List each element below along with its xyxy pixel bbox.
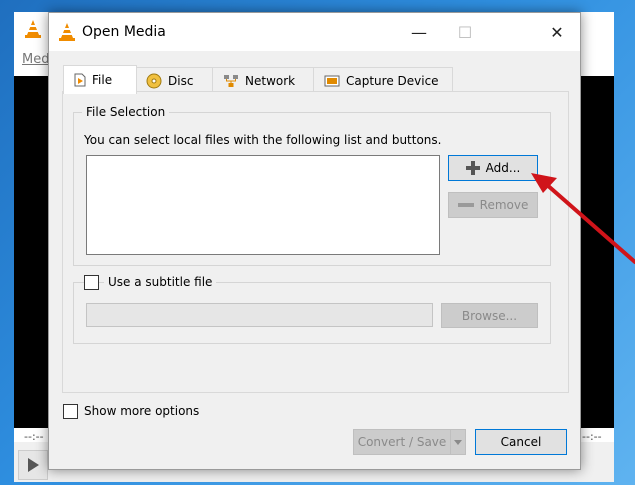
file-selection-group: File Selection You can select local file…: [73, 105, 551, 266]
tab-capture-device-label: Capture Device: [346, 73, 439, 88]
network-icon: [224, 74, 238, 87]
minimize-icon: —: [411, 22, 427, 42]
file-list[interactable]: [86, 155, 440, 255]
dialog-titlebar: Open Media — ☐ ✕: [49, 13, 580, 51]
tab-network[interactable]: Network: [212, 67, 315, 93]
subtitle-checkbox-label: Use a subtitle file: [104, 275, 217, 289]
tab-disc[interactable]: Disc: [135, 67, 214, 93]
browse-button[interactable]: Browse...: [441, 303, 538, 328]
convert-save-label: Convert / Save: [354, 430, 451, 454]
file-icon: [74, 73, 86, 87]
minus-icon: [457, 203, 474, 207]
tab-file-label: File: [92, 73, 113, 87]
open-media-dialog: Open Media — ☐ ✕ File Disc Network Captu…: [48, 12, 581, 470]
convert-save-button[interactable]: Convert / Save: [353, 429, 466, 455]
subtitle-checkbox[interactable]: [84, 275, 99, 290]
maximize-button[interactable]: ☐: [442, 13, 488, 51]
maximize-icon: ☐: [457, 22, 473, 42]
remove-button[interactable]: Remove: [448, 192, 538, 218]
disc-icon: [146, 73, 162, 88]
play-button[interactable]: [18, 450, 48, 480]
tab-capture-device[interactable]: Capture Device: [313, 67, 453, 93]
subtitle-group: Use a subtitle file Browse...: [73, 275, 551, 344]
show-more-options-label: Show more options: [84, 404, 200, 418]
add-button[interactable]: Add...: [448, 155, 538, 181]
chevron-down-icon[interactable]: [451, 430, 465, 454]
show-more-options-checkbox[interactable]: [63, 404, 78, 419]
vlc-cone-icon: [59, 23, 75, 41]
tab-file[interactable]: File: [63, 65, 137, 94]
vlc-menu-media[interactable]: Med: [22, 52, 49, 67]
tab-disc-label: Disc: [168, 73, 194, 88]
cancel-button-label: Cancel: [500, 435, 542, 449]
cancel-button[interactable]: Cancel: [475, 429, 567, 455]
subtitle-path-field[interactable]: [86, 303, 433, 327]
remove-button-label: Remove: [479, 198, 529, 212]
vlc-cone-icon: [25, 20, 41, 38]
close-icon: ✕: [550, 22, 564, 42]
plus-icon: [465, 161, 480, 175]
capture-device-icon: [324, 75, 340, 86]
file-selection-title: File Selection: [82, 105, 170, 119]
close-button[interactable]: ✕: [534, 13, 580, 51]
browse-button-label: Browse...: [461, 308, 518, 323]
add-button-label: Add...: [485, 161, 521, 175]
tab-network-label: Network: [245, 73, 296, 88]
tab-panel-file: File Selection You can select local file…: [62, 91, 569, 393]
dialog-title: Open Media: [82, 24, 166, 40]
minimize-button[interactable]: —: [396, 13, 442, 51]
file-selection-description: You can select local files with the foll…: [84, 133, 442, 147]
